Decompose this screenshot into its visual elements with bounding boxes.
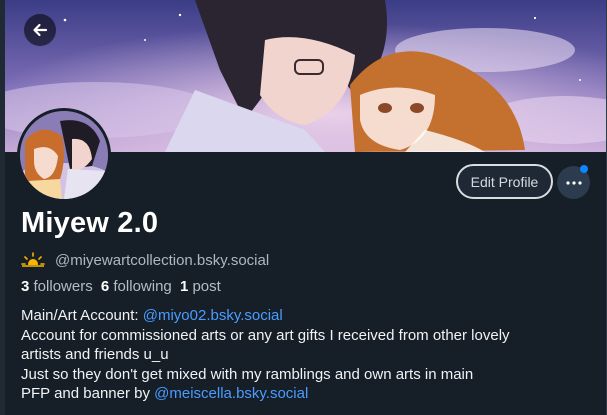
following-link[interactable]: 6 following [101,278,172,295]
avatar[interactable] [17,108,111,202]
profile-bio: Main/Art Account: @miyo02.bsky.social Ac… [21,306,601,404]
display-name: Miyew 2.0 [21,207,159,239]
notification-dot [580,165,588,173]
back-button[interactable] [24,14,56,46]
profile-page: Edit Profile Miyew 2.0 @miyewartcollecti… [0,0,607,415]
sun-behind-cloud-icon [21,252,45,269]
following-label: following [113,278,172,295]
bio-text: Main/Art Account: [21,307,143,324]
bio-line: Main/Art Account: @miyo02.bsky.social [21,306,601,326]
profile-handle[interactable]: @miyewartcollection.bsky.social [55,252,269,269]
bio-text: PFP and banner by [21,385,155,402]
followers-link[interactable]: 3 followers [21,278,93,295]
ellipsis-icon [565,180,582,185]
bio-mention-link[interactable]: @miyo02.bsky.social [143,307,283,324]
edit-profile-button[interactable]: Edit Profile [456,164,553,199]
followers-count: 3 [21,278,30,295]
handle-row: @miyewartcollection.bsky.social [21,251,269,269]
posts-stat: 1 post [180,278,221,295]
bio-line: Account for commissioned arts or any art… [21,326,510,344]
posts-label: post [192,278,221,295]
bio-line: PFP and banner by @meiscella.bsky.social [21,384,601,404]
followers-label: followers [33,278,93,295]
bio-line: Just so they don't get mixed with my ram… [21,365,474,383]
profile-stats: 3 followers 6 following 1 post [21,278,221,295]
bio-line: artists and friends u_u [21,346,169,363]
following-count: 6 [100,278,110,295]
bio-mention-link[interactable]: @meiscella.bsky.social [154,385,308,402]
posts-count: 1 [179,278,189,295]
arrow-left-icon [33,23,48,37]
